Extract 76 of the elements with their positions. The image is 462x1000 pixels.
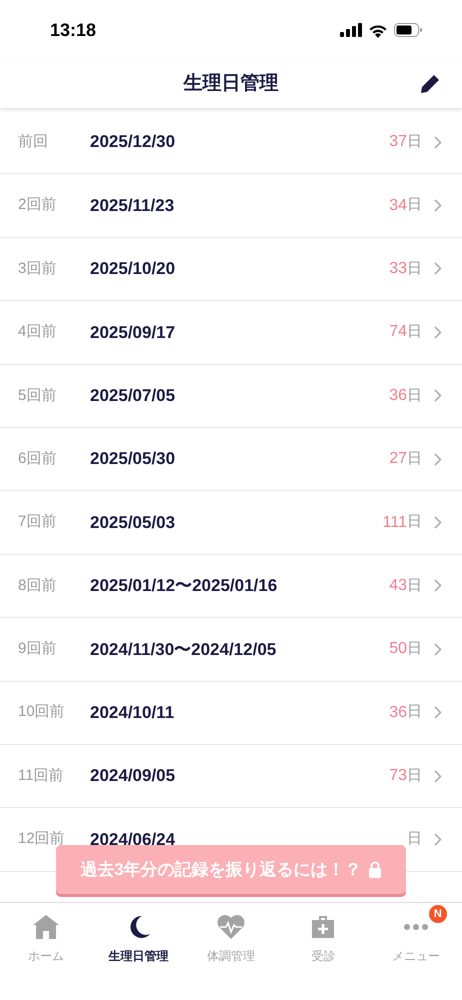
upgrade-banner[interactable]: 過去3年分の記録を振り返るには！？: [56, 845, 406, 894]
chevron-right-icon: [434, 452, 442, 466]
cycle-days: 36: [389, 384, 407, 408]
day-unit: 日: [407, 576, 422, 596]
record-label: 3回前: [18, 258, 58, 279]
day-unit: 日: [407, 258, 422, 279]
lock-icon: [368, 861, 382, 878]
day-unit: 日: [407, 766, 422, 786]
record-date: 2025/09/17: [90, 322, 176, 344]
cycle-days: 36: [389, 700, 407, 725]
record-label: 前回: [18, 132, 49, 152]
notification-badge: N: [428, 905, 447, 923]
cycle-days: 74: [389, 320, 407, 344]
cycle-days: 27: [389, 447, 407, 472]
chevron-right-icon: [434, 326, 442, 339]
cycle-days: 111: [382, 510, 407, 535]
cycle-days: 43: [389, 574, 407, 598]
page-title: 生理日管理: [184, 72, 278, 96]
signal-icon: [340, 23, 362, 37]
chevron-right-icon: [434, 136, 442, 149]
tab-bar-item[interactable]: 生理日管理: [92, 905, 185, 965]
record-label: 9回前: [18, 639, 58, 660]
record-date: 2025/07/05: [90, 385, 176, 407]
chevron-right-icon: [434, 262, 442, 276]
tab-bar-item[interactable]: ホーム: [0, 905, 92, 965]
day-unit: 日: [407, 132, 422, 152]
more-icon: [402, 923, 429, 931]
cycle-days: 34: [389, 194, 407, 218]
day-unit: 日: [407, 702, 422, 722]
record-date: 2025/11/23: [90, 194, 176, 217]
record-date: 2025/01/12〜2025/01/16: [90, 575, 278, 598]
tab-bar-item[interactable]: N メニュー: [370, 905, 462, 965]
day-unit: 日: [407, 386, 422, 406]
chevron-right-icon: [434, 389, 442, 402]
record-label: 6回前: [18, 448, 58, 469]
record-label: 8回前: [18, 576, 58, 596]
record-date: 2024/10/11: [90, 702, 176, 724]
tab-bar-item[interactable]: 受診: [277, 905, 370, 965]
wifi-icon: [368, 22, 388, 38]
chevron-right-icon: [434, 516, 442, 530]
record-date: 2025/10/20: [90, 258, 176, 280]
record-date: 2024/09/05: [90, 765, 176, 788]
chevron-right-icon: [434, 832, 442, 846]
chevron-right-icon: [434, 770, 442, 783]
record-date: 2024/11/30〜2024/12/05: [90, 638, 278, 661]
record-label: 4回前: [18, 322, 58, 342]
day-unit: 日: [407, 448, 422, 469]
chevron-right-icon: [434, 579, 442, 592]
day-unit: 日: [407, 195, 422, 216]
tab-bar-item[interactable]: 体調管理: [184, 905, 278, 965]
pencil-icon: [419, 73, 441, 95]
record-date: 2025/05/03: [90, 512, 176, 534]
cycle-days: 33: [389, 256, 407, 281]
record-label: 2回前: [18, 195, 58, 216]
day-unit: 日: [407, 322, 422, 342]
chevron-right-icon: [434, 199, 442, 212]
record-label: 7回前: [18, 512, 58, 532]
day-unit: 日: [407, 829, 422, 850]
home-icon: [32, 914, 60, 940]
cycle-days: 37: [389, 130, 407, 154]
cycle-days: 73: [389, 764, 407, 788]
record-date: 2025/12/30: [90, 131, 176, 154]
chevron-right-icon: [434, 642, 442, 656]
record-label: 11回前: [18, 766, 65, 786]
edit-button[interactable]: [418, 72, 442, 96]
record-label: 5回前: [18, 386, 58, 406]
cycle-days: 50: [389, 637, 407, 662]
day-unit: 日: [407, 639, 422, 660]
chevron-right-icon: [434, 706, 442, 720]
record-label: 10回前: [18, 702, 66, 722]
status-time: 13:18: [50, 18, 96, 42]
day-unit: 日: [407, 512, 422, 532]
battery-icon: [394, 23, 422, 37]
medical-box-icon: [310, 914, 336, 940]
record-date: 2025/05/30: [90, 448, 176, 470]
heart-pulse-icon: [216, 914, 246, 940]
